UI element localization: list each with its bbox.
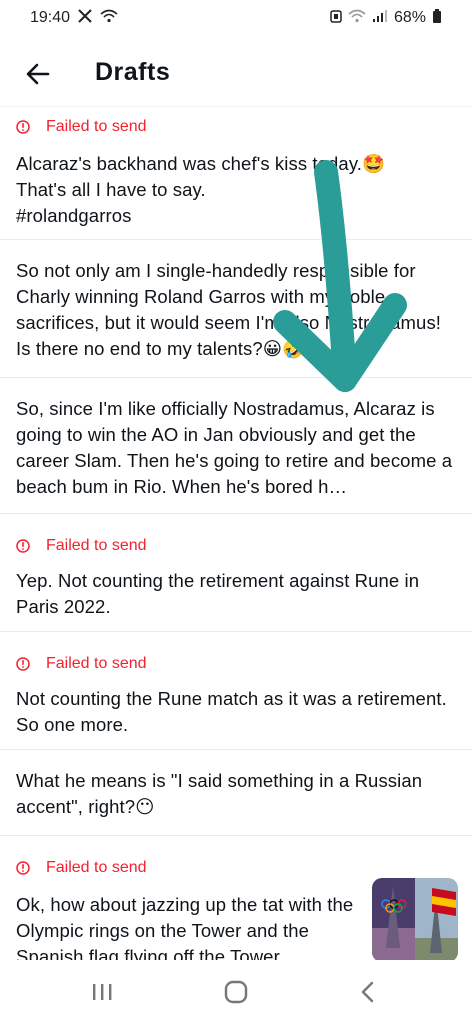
- alarm-icon: [330, 9, 342, 27]
- draft-item[interactable]: Failed to send Ok, how about jazzing up …: [0, 836, 472, 976]
- drafts-list: Failed to send Alcaraz's backhand was ch…: [0, 107, 472, 976]
- x-logo-icon: [78, 9, 92, 27]
- status-time: 19:40: [30, 9, 71, 26]
- alert-circle-icon: [16, 657, 30, 671]
- cell-signal-icon: [372, 9, 388, 27]
- draft-text: So, since I'm like officially Nostradamu…: [16, 398, 453, 497]
- back-chevron-icon: [361, 981, 374, 1003]
- wifi-signal-icon: [348, 9, 366, 27]
- failed-status: Failed to send: [16, 526, 456, 562]
- battery-icon: [432, 9, 442, 27]
- draft-item[interactable]: Failed to send Not counting the Rune mat…: [0, 632, 472, 750]
- draft-text: So not only am I single-handedly respons…: [16, 260, 447, 359]
- status-right: 68%: [330, 9, 442, 27]
- battery-percent: 68%: [393, 9, 426, 26]
- status-bar: 19:40 68%: [0, 0, 472, 38]
- recents-icon: [93, 984, 112, 1000]
- draft-text: Yep. Not counting the retirement against…: [16, 570, 425, 617]
- failed-label: Failed to send: [46, 859, 147, 876]
- media-thumbnail[interactable]: [372, 878, 458, 962]
- system-back-button[interactable]: [348, 978, 388, 1008]
- draft-text: Ok, how about jazzing up the tat with th…: [16, 894, 359, 967]
- alert-circle-icon: [16, 861, 30, 875]
- page-title: Drafts: [95, 58, 171, 86]
- recents-button[interactable]: [82, 978, 122, 1008]
- failed-status: Failed to send: [16, 107, 456, 143]
- draft-item[interactable]: Failed to send Yep. Not counting the ret…: [0, 514, 472, 632]
- draft-text: What he means is "I said something in a …: [16, 770, 428, 817]
- draft-item[interactable]: So, since I'm like officially Nostradamu…: [0, 378, 472, 514]
- draft-text: Not counting the Rune match as it was a …: [16, 688, 453, 735]
- alert-circle-icon: [16, 120, 30, 134]
- home-icon: [224, 980, 248, 1004]
- failed-label: Failed to send: [46, 537, 147, 554]
- draft-item[interactable]: So not only am I single-handedly respons…: [0, 240, 472, 378]
- alert-circle-icon: [16, 539, 30, 553]
- failed-label: Failed to send: [46, 118, 147, 135]
- status-left: 19:40: [30, 9, 118, 27]
- wifi-icon: [100, 9, 118, 27]
- draft-text: Alcaraz's backhand was chef's kiss today…: [16, 153, 386, 226]
- draft-item[interactable]: What he means is "I said something in a …: [0, 750, 472, 836]
- home-button[interactable]: [216, 978, 256, 1008]
- eiffel-tower-image: [372, 878, 458, 962]
- back-button[interactable]: [22, 58, 54, 90]
- drafts-header: Drafts: [0, 44, 472, 107]
- draft-item[interactable]: Failed to send Alcaraz's backhand was ch…: [0, 107, 472, 240]
- failed-status: Failed to send: [16, 644, 456, 680]
- failed-label: Failed to send: [46, 655, 147, 672]
- arrow-left-icon: [26, 63, 50, 85]
- system-nav-bar: [0, 960, 472, 1024]
